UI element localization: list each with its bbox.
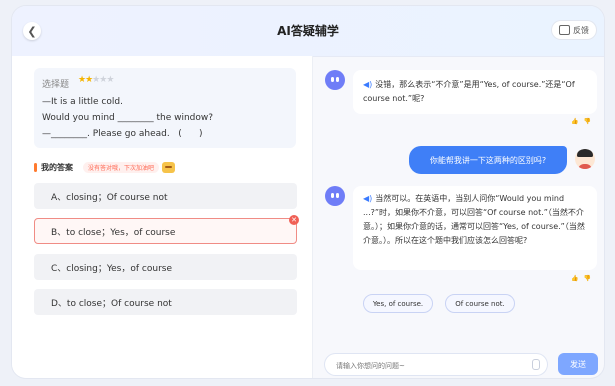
ai-message: ◀) 没错，那么表示“不介意”是用“Yes, of course.”还是“Of c… — [353, 70, 597, 114]
ai-avatar — [325, 186, 345, 206]
question-type: 选择题 — [42, 80, 70, 90]
question-card: 选择题 ★★★★★ —It is a little cold. Would yo… — [34, 68, 296, 148]
message-actions: 👍👎 — [571, 118, 596, 125]
question-line: —It is a little cold. — [42, 97, 123, 107]
thumbs-down-icon[interactable]: 👎 — [583, 275, 595, 282]
speaker-icon[interactable]: ◀) — [363, 194, 372, 203]
app-window: ❮ AI答疑辅学 反馈 选择题 ★★★★★ —It is a little co… — [12, 6, 604, 378]
suggestion-chip[interactable]: Of course not. — [445, 294, 515, 313]
option-label: A、closing；Of course not — [51, 192, 168, 203]
question-input[interactable] — [334, 357, 528, 374]
question-line: Would you mind ________ the window? — [42, 113, 214, 123]
feedback-hint: 没有答对哦，下次加油吧 — [83, 161, 160, 173]
thumbs-down-icon[interactable]: 👎 — [583, 118, 595, 125]
user-message: 你能帮我讲一下这两种的区别吗? — [409, 146, 567, 174]
user-avatar — [575, 149, 595, 169]
speaker-icon[interactable]: ◀) — [363, 80, 372, 89]
question-input-box — [325, 354, 547, 375]
thumbs-up-icon[interactable]: 👍 — [571, 118, 583, 125]
difficulty-stars: ★★★★★ — [78, 75, 114, 85]
send-button[interactable]: 发送 — [558, 353, 598, 375]
chat-panel: ◀) 没错，那么表示“不介意”是用“Yes, of course.”还是“Of c… — [313, 56, 604, 378]
option-b[interactable]: B、to close；Yes，of course ✕ — [34, 215, 299, 244]
ai-message: ◀) 当然可以。在英语中，当别人问你“Would you mind ...?”时，… — [353, 186, 597, 270]
star-icon: ★ — [106, 75, 114, 85]
ai-avatar — [325, 70, 345, 90]
thumbs-up-icon[interactable]: 👍 — [571, 275, 583, 282]
option-d[interactable]: D、to close；Of course not — [34, 289, 297, 315]
wrong-mark-icon: ✕ — [289, 215, 299, 225]
option-label: B、to close；Yes，of course — [51, 227, 176, 238]
message-actions: 👍👎 — [571, 275, 596, 282]
suggestion-chip[interactable]: Yes, of course. — [363, 294, 433, 313]
option-label: C、closing；Yes，of course — [51, 263, 172, 274]
option-a[interactable]: A、closing；Of course not — [34, 183, 297, 209]
user-message-text: 你能帮我讲一下这两种的区别吗? — [429, 155, 547, 165]
robot-icon — [162, 161, 176, 173]
message-square-icon — [559, 25, 570, 35]
option-c[interactable]: C、closing；Yes，of course — [34, 254, 297, 280]
question-panel: 选择题 ★★★★★ —It is a little cold. Would yo… — [12, 56, 312, 378]
page-title: AI答疑辅学 — [277, 24, 339, 38]
ai-message-text: 当然可以。在英语中，当别人问你“Would you mind ...?”时，如果… — [363, 194, 585, 245]
microphone-icon[interactable] — [532, 359, 540, 370]
top-bar: ❮ AI答疑辅学 反馈 — [12, 6, 604, 57]
feedback-button[interactable]: 反馈 — [552, 21, 596, 39]
feedback-label: 反馈 — [573, 25, 589, 35]
my-answer-header: 我的答案 没有答对哦，下次加油吧 — [34, 160, 176, 174]
question-line: —________. Please go ahead. ( ) — [42, 129, 203, 139]
option-label: D、to close；Of course not — [51, 298, 172, 309]
ai-message-text: 没错，那么表示“不介意”是用“Yes, of course.”还是“Of cou… — [363, 80, 575, 103]
my-answer-label: 我的答案 — [41, 162, 73, 172]
